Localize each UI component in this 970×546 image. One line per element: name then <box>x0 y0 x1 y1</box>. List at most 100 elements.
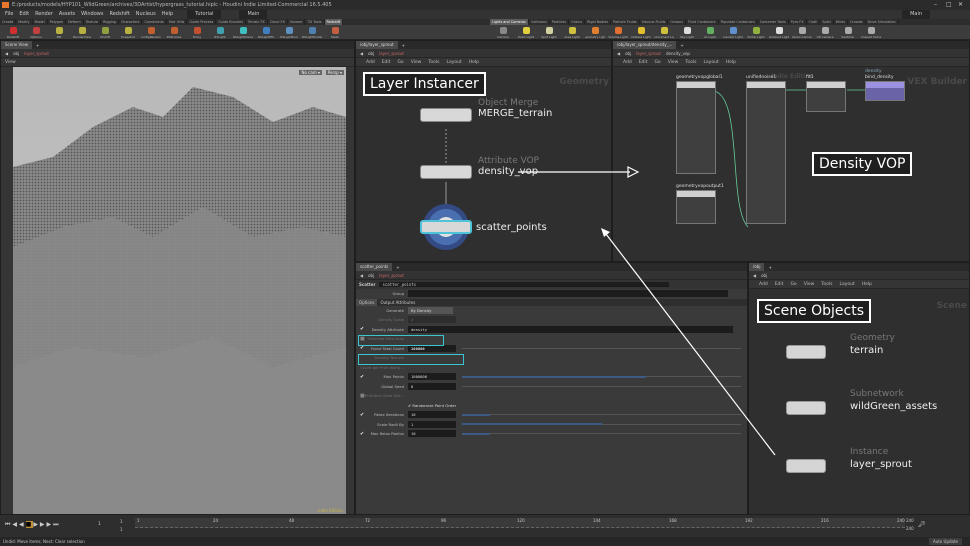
path-obj[interactable]: obj <box>625 51 631 56</box>
shelf-tab[interactable]: Cloud FX <box>268 19 288 25</box>
shelf-tab[interactable]: Model <box>33 19 48 25</box>
shelf-tab[interactable]: Guide Brushes <box>216 19 246 25</box>
path-layer-sprout[interactable]: layer_sprout <box>379 51 404 56</box>
shelf-tab[interactable]: Volume <box>288 19 306 25</box>
shelf-tab[interactable]: Cloth <box>807 19 821 25</box>
shelf-tool[interactable]: Gamepad Camera <box>861 27 881 39</box>
shelf-tab[interactable]: Crowds <box>848 19 866 25</box>
max-relax-field[interactable]: 10 <box>408 430 456 438</box>
back-icon[interactable]: ◀ <box>753 273 756 278</box>
node-terrain[interactable] <box>786 345 826 359</box>
shelf-tool[interactable]: VR Camera <box>815 27 835 39</box>
shelf-tool[interactable]: Sky Light <box>677 27 697 39</box>
shelf-tab[interactable]: Characters <box>119 19 143 25</box>
desktop-select-left[interactable]: Tutorial <box>187 10 222 19</box>
shelf-tool[interactable]: Area Light <box>562 27 582 39</box>
shelf-tab[interactable]: Texture <box>84 19 102 25</box>
view-menu[interactable]: View <box>5 60 16 65</box>
density-attribute-field[interactable]: density <box>408 325 733 333</box>
randomize-checkbox[interactable]: ✔ Randomize Point Order <box>408 403 456 408</box>
path-layer-sprout[interactable]: layer_sprout <box>24 51 49 56</box>
shelf-tool[interactable]: Volume Light <box>608 27 628 39</box>
tab-scene-view[interactable]: Scene View <box>1 41 32 49</box>
menu-help[interactable]: Help <box>162 10 173 19</box>
desktop-select-right[interactable]: Main <box>902 10 930 19</box>
shelf-tool[interactable]: Options <box>26 27 46 39</box>
shelf-tab[interactable]: TD Tools <box>305 19 325 25</box>
shelf-tab[interactable]: Rigid Bodies <box>585 19 612 25</box>
shelf-tab[interactable]: Lights and Cameras <box>490 19 529 25</box>
key-icon[interactable]: 🔑︎ <box>918 521 926 528</box>
camera-menu[interactable]: No cam ▾ <box>299 70 322 75</box>
shelf-tab[interactable]: Collisions <box>529 19 550 25</box>
global-seed-slider[interactable] <box>462 385 741 387</box>
menu-windows[interactable]: Windows <box>81 10 103 19</box>
minimize-button[interactable]: – <box>934 0 937 10</box>
force-total-slider[interactable] <box>462 347 741 349</box>
close-button[interactable]: ✕ <box>958 0 963 10</box>
timeline-scrubber[interactable]: 1 24 48 72 96 120 144 168 192 216 240 <box>135 518 905 528</box>
path-layer-sprout[interactable]: layer_sprout <box>636 51 661 56</box>
back-icon[interactable]: ◀ <box>617 51 620 56</box>
tab-options[interactable]: Options <box>356 298 378 306</box>
shelf-tool[interactable]: RSLightDome <box>233 27 253 39</box>
start-frame-field[interactable]: 1 <box>120 519 123 524</box>
path-layer-sprout[interactable]: layer_sprout <box>379 273 404 278</box>
shelf-tool[interactable]: GI Light <box>700 27 720 39</box>
shelf-tab[interactable]: Redshift <box>324 19 344 25</box>
group-field[interactable] <box>408 290 728 298</box>
menu-help[interactable]: Help <box>862 282 872 287</box>
shelf-tool[interactable]: Proxy <box>187 27 207 39</box>
maximize-button[interactable]: □ <box>946 0 952 10</box>
end-frame-field[interactable]: 240 <box>906 518 914 523</box>
shelf-tab[interactable]: Terrain FX <box>246 19 268 25</box>
back-icon[interactable]: ◀ <box>360 273 363 278</box>
menu-assets[interactable]: Assets <box>59 10 75 19</box>
menu-add[interactable]: Add <box>759 282 768 287</box>
add-tab-button[interactable]: + <box>768 265 771 270</box>
shelf-tool[interactable]: Stereo Camera <box>792 27 812 39</box>
shelf-tab[interactable]: Oceans <box>668 19 686 25</box>
menu-edit[interactable]: Edit <box>775 282 784 287</box>
menu-help[interactable]: Help <box>726 60 736 65</box>
shelf-tool[interactable]: Redshift <box>3 27 23 39</box>
menu-layout[interactable]: Layout <box>839 282 854 287</box>
shelf-tool[interactable]: RenderView <box>72 27 92 39</box>
tab-parameters[interactable]: scatter_points <box>356 263 393 271</box>
shelf-tab[interactable]: Constraints <box>142 19 167 25</box>
shelf-tab[interactable]: Populate Containers <box>719 19 758 25</box>
relax-iter-slider[interactable] <box>462 413 741 416</box>
path-density-vop[interactable]: density_vop <box>666 51 690 56</box>
shelf-tab[interactable]: Particles <box>550 19 570 25</box>
playback-controls[interactable]: ⏮◀◀■▶▶▶⏭ <box>5 521 61 529</box>
max-relax-checkbox[interactable]: ✔ <box>360 431 364 437</box>
tab-output-attributes[interactable]: Output Attributes <box>377 299 418 306</box>
shelf-tool[interactable]: RSLightPortal <box>302 27 322 39</box>
menu-view[interactable]: View <box>804 282 815 287</box>
node-scatter-points[interactable] <box>420 220 472 234</box>
shelf-tool[interactable]: Snapshot <box>118 27 138 39</box>
shelf-tab[interactable]: Create <box>0 19 17 25</box>
shelf-tab[interactable]: Hair Utils <box>167 19 188 25</box>
menu-tools[interactable]: Tools <box>821 282 832 287</box>
vop-node-geometryvopglobal1[interactable] <box>676 81 716 174</box>
shelf-tab[interactable]: Drive Simulation <box>866 19 899 25</box>
density-attribute-checkbox[interactable]: ✔ <box>360 326 364 332</box>
menu-go[interactable]: Go <box>790 282 796 287</box>
shelf-tool[interactable]: IPR <box>49 27 69 39</box>
path-obj[interactable]: obj <box>761 273 767 278</box>
shelf-tab[interactable]: Polygon <box>48 19 67 25</box>
menu-render[interactable]: Render <box>35 10 53 19</box>
node-merge-terrain[interactable] <box>420 108 472 122</box>
shelf-tool[interactable]: RSProxies <box>164 27 184 39</box>
menu-layout[interactable]: Layout <box>703 60 718 65</box>
node-density-vop[interactable] <box>420 165 472 179</box>
shelf-tab[interactable]: Rigging <box>101 19 119 25</box>
current-frame-field[interactable]: 1 <box>98 522 101 527</box>
shelf-tool[interactable]: Portal Light <box>746 27 766 39</box>
scene-canvas[interactable]: Scene Scene Objects Geometry terrain Sub… <box>749 289 969 514</box>
generate-select[interactable]: By Density <box>408 306 453 314</box>
scale-radii-slider[interactable] <box>462 423 741 426</box>
shelf-tool[interactable]: Mesh <box>325 27 345 39</box>
vop-canvas[interactable]: VEX Builder Indie Edition geometryvopglo… <box>613 67 969 261</box>
